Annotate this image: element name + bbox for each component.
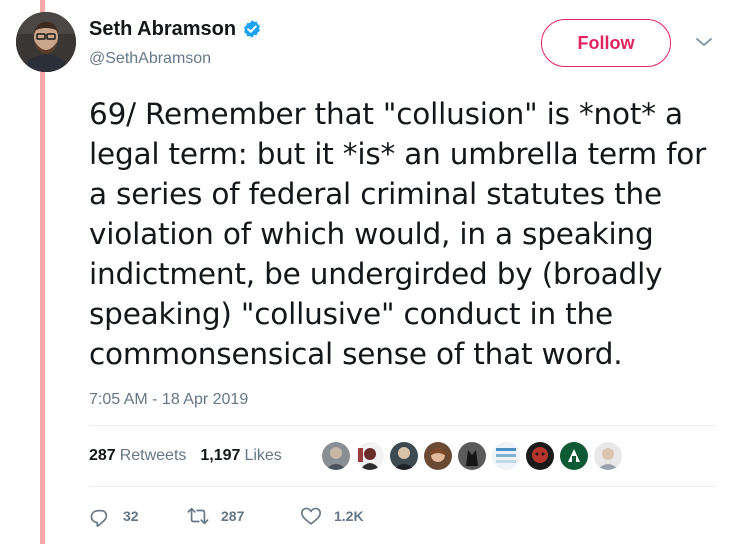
author-handle[interactable]: @SethAbramson <box>89 49 211 69</box>
reply-count: 32 <box>123 508 139 524</box>
retweets-label[interactable]: Retweets <box>120 446 187 466</box>
liker-avatar[interactable] <box>592 440 624 472</box>
liker-avatar[interactable] <box>558 440 590 472</box>
liker-avatar[interactable] <box>456 440 488 472</box>
retweet-button[interactable]: 287 <box>187 505 300 527</box>
like-button[interactable]: 1.2K <box>300 505 400 527</box>
author-name-row[interactable]: Seth Abramson <box>89 17 262 41</box>
author-avatar[interactable] <box>16 12 76 72</box>
like-count: 1.2K <box>334 508 364 524</box>
liker-avatars <box>320 440 626 472</box>
reply-button[interactable]: 32 <box>89 505 187 527</box>
tweet-stats: 287 Retweets 1,197 Likes <box>89 446 282 466</box>
retweet-icon <box>187 507 209 525</box>
author-avatar-image <box>16 12 76 72</box>
liker-avatar[interactable] <box>320 440 352 472</box>
liker-avatar[interactable] <box>490 440 522 472</box>
likes-label[interactable]: Likes <box>244 446 281 466</box>
liker-avatar[interactable] <box>388 440 420 472</box>
retweet-count: 287 <box>221 508 245 524</box>
author-display-name[interactable]: Seth Abramson <box>89 17 236 41</box>
likes-count[interactable]: 1,197 <box>200 446 240 466</box>
heart-icon <box>301 507 321 525</box>
divider <box>89 425 716 426</box>
follow-button[interactable]: Follow <box>541 19 671 67</box>
retweets-count[interactable]: 287 <box>89 446 116 466</box>
divider <box>89 486 716 487</box>
liker-avatar[interactable] <box>524 440 556 472</box>
tweet-text: 69/ Remember that "collusion" is *not* a… <box>89 97 707 371</box>
verified-badge-icon <box>242 19 262 39</box>
liker-avatar[interactable] <box>422 440 454 472</box>
liker-avatar[interactable] <box>354 440 386 472</box>
chevron-down-icon[interactable] <box>695 36 713 48</box>
thread-line <box>40 0 45 544</box>
reply-icon <box>90 509 108 527</box>
tweet-timestamp[interactable]: 7:05 AM - 18 Apr 2019 <box>89 390 248 410</box>
tweet-actions: 32 287 1.2K <box>89 503 400 529</box>
